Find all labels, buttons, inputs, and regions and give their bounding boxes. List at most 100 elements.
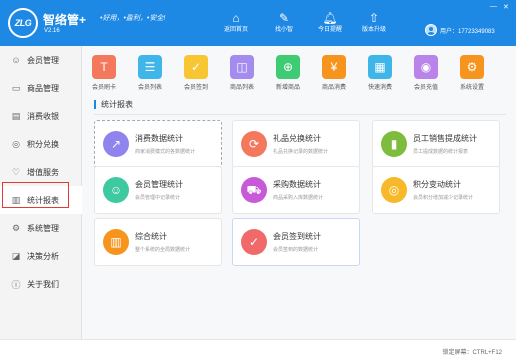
- nav-reminder-label: 今日提醒: [317, 27, 342, 33]
- card-consume-stats[interactable]: ↗ 消费数据统计 商家消费模式的各数据统计: [94, 120, 222, 168]
- cashier-icon: ▤: [11, 110, 21, 121]
- nav-reminder-button[interactable]: 🔔︎ 今日提醒: [306, 10, 354, 40]
- upgrade-icon: ⇧: [368, 11, 380, 25]
- bar-chart-icon: ▮: [381, 131, 407, 157]
- card-desc: 会员签到的数据统计: [273, 247, 319, 253]
- fast-consume-icon: ▦: [368, 55, 392, 79]
- sidebar-item-analysis[interactable]: ◪ 决策分析: [0, 242, 82, 270]
- sidebar: ☺ 会员管理 ▭ 商品管理 ▤ 消费收银 ◎ 积分兑换 ♡ 增值服务 ▥ 统计报…: [0, 46, 82, 364]
- section-divider: [94, 114, 506, 115]
- bell-icon: 🔔︎: [322, 11, 338, 25]
- active-highlight-outline: [2, 182, 69, 208]
- nav-home-label: 返回首页: [223, 27, 248, 33]
- points-icon: ◎: [12, 138, 20, 149]
- app-logo: ZLG: [8, 8, 38, 38]
- quick-label: 商品消费: [321, 85, 346, 91]
- goods-icon: ▭: [11, 82, 21, 93]
- nav-find-button[interactable]: ✎ 找小智: [260, 10, 308, 40]
- quick-goods-consume[interactable]: ¥ 商品消费: [314, 55, 354, 91]
- quick-member-list[interactable]: ☰ 会员列表: [130, 55, 170, 91]
- app-name: 智络管+: [43, 13, 87, 27]
- pencil-icon: ✎: [278, 11, 290, 25]
- card-points-stats[interactable]: ◎ 积分变动统计 会员积分增加减少记录统计: [372, 166, 500, 214]
- close-button[interactable]: ✕: [503, 3, 509, 11]
- quick-recharge[interactable]: ◉ 会员充值: [406, 55, 446, 91]
- card-title: 礼品兑换统计: [273, 134, 321, 143]
- slogan: •好用，•盈利，•安全!: [100, 15, 166, 22]
- user-info[interactable]: 用户：17723349083: [425, 24, 495, 36]
- chart-line-icon: ↗: [103, 131, 129, 157]
- quick-label: 会员列表: [137, 85, 162, 91]
- bars-icon: ▥: [103, 229, 129, 255]
- app-header: ZLG 智络管+ V2.16 •好用，•盈利，•安全! ⌂ 返回首页 ✎ 找小智…: [0, 0, 516, 46]
- gear-icon: ⚙: [460, 55, 484, 79]
- card-title: 综合统计: [135, 232, 167, 241]
- sidebar-item-label: 积分兑换: [27, 139, 59, 149]
- sidebar-item-label: 关于我们: [27, 279, 59, 289]
- sidebar-item-label: 会员管理: [27, 55, 59, 65]
- sidebar-item-label: 决策分析: [27, 251, 59, 261]
- card-title: 采购数据统计: [273, 180, 321, 189]
- card-title: 会员签到统计: [273, 232, 321, 241]
- member-stat-icon: ☺: [103, 177, 129, 203]
- card-desc: 商品采购入库数据统计: [273, 195, 324, 201]
- card-title: 会员管理统计: [135, 180, 183, 189]
- card-overall-stats[interactable]: ▥ 综合统计 整个系统的全局数据统计: [94, 218, 222, 266]
- quick-fast-consume[interactable]: ▦ 快速消费: [360, 55, 400, 91]
- nav-home-button[interactable]: ⌂ 返回首页: [212, 10, 260, 40]
- card-icon: T: [92, 55, 116, 79]
- app-version: V2.16: [44, 28, 60, 34]
- quick-goods-list[interactable]: ◫ 商品列表: [222, 55, 262, 91]
- sidebar-item-cashier[interactable]: ▤ 消费收银: [0, 102, 82, 130]
- recharge-icon: ◉: [414, 55, 438, 79]
- user-label: 用户：17723349083: [440, 28, 495, 35]
- heart-icon: ♡: [11, 166, 21, 177]
- quick-label: 新增商品: [275, 85, 300, 91]
- coins-icon: ◎: [381, 177, 407, 203]
- quick-member-card[interactable]: T 会员刷卡: [84, 55, 124, 91]
- lock-shortcut-text: 锁定屏幕：CTRL+F12: [442, 350, 502, 356]
- avatar: [425, 24, 437, 36]
- card-desc: 会员管理中记录统计: [135, 195, 181, 201]
- card-title: 员工销售提成统计: [413, 134, 477, 143]
- sidebar-item-label: 系统管理: [27, 223, 59, 233]
- sidebar-item-system[interactable]: ⚙ 系统管理: [0, 214, 82, 242]
- quick-label: 商品列表: [229, 85, 254, 91]
- nav-upgrade-button[interactable]: ⇧ 版本升级: [350, 10, 398, 40]
- plus-icon: ⊕: [276, 55, 300, 79]
- card-title: 积分变动统计: [413, 180, 461, 189]
- sidebar-item-about[interactable]: ⓘ 关于我们: [0, 270, 82, 298]
- list-icon: ☰: [138, 55, 162, 79]
- card-commission-stats[interactable]: ▮ 员工销售提成统计 员工提成数据的统计报表: [372, 120, 500, 168]
- sidebar-item-points[interactable]: ◎ 积分兑换: [0, 130, 82, 158]
- card-checkin-stats[interactable]: ✓ 会员签到统计 会员签到的数据统计: [232, 218, 360, 266]
- quick-checkin[interactable]: ✓ 会员签到: [176, 55, 216, 91]
- card-purchase-stats[interactable]: ⛟ 采购数据统计 商品采购入库数据统计: [232, 166, 360, 214]
- quick-add-goods[interactable]: ⊕ 新增商品: [268, 55, 308, 91]
- nav-upgrade-label: 版本升级: [361, 27, 386, 33]
- nav-find-label: 找小智: [274, 27, 293, 33]
- card-desc: 礼品兑换记录的数据统计: [273, 149, 329, 155]
- quick-label: 快速消费: [367, 85, 392, 91]
- sidebar-item-label: 增值服务: [27, 167, 59, 177]
- sidebar-item-goods[interactable]: ▭ 商品管理: [0, 74, 82, 102]
- analysis-icon: ◪: [11, 250, 21, 261]
- quick-label: 会员签到: [183, 85, 208, 91]
- minimize-button[interactable]: —: [490, 3, 497, 10]
- member-icon: ☺: [11, 55, 21, 65]
- home-icon: ⌂: [232, 11, 240, 25]
- section-title: 统计报表: [94, 100, 133, 109]
- sidebar-item-label: 消费收银: [27, 111, 59, 121]
- quick-label: 会员充值: [413, 85, 438, 91]
- consume-icon: ¥: [322, 55, 346, 79]
- card-desc: 会员积分增加减少记录统计: [413, 195, 474, 201]
- card-gift-stats[interactable]: ⟳ 礼品兑换统计 礼品兑换记录的数据统计: [232, 120, 360, 168]
- quick-settings[interactable]: ⚙ 系统设置: [452, 55, 492, 91]
- info-icon: ⓘ: [11, 279, 21, 290]
- card-desc: 整个系统的全局数据统计: [135, 247, 191, 253]
- refresh-icon: ⟳: [241, 131, 267, 157]
- sidebar-item-member[interactable]: ☺ 会员管理: [0, 46, 82, 74]
- card-desc: 员工提成数据的统计报表: [413, 149, 469, 155]
- card-member-stats[interactable]: ☺ 会员管理统计 会员管理中记录统计: [94, 166, 222, 214]
- checkin-stat-icon: ✓: [241, 229, 267, 255]
